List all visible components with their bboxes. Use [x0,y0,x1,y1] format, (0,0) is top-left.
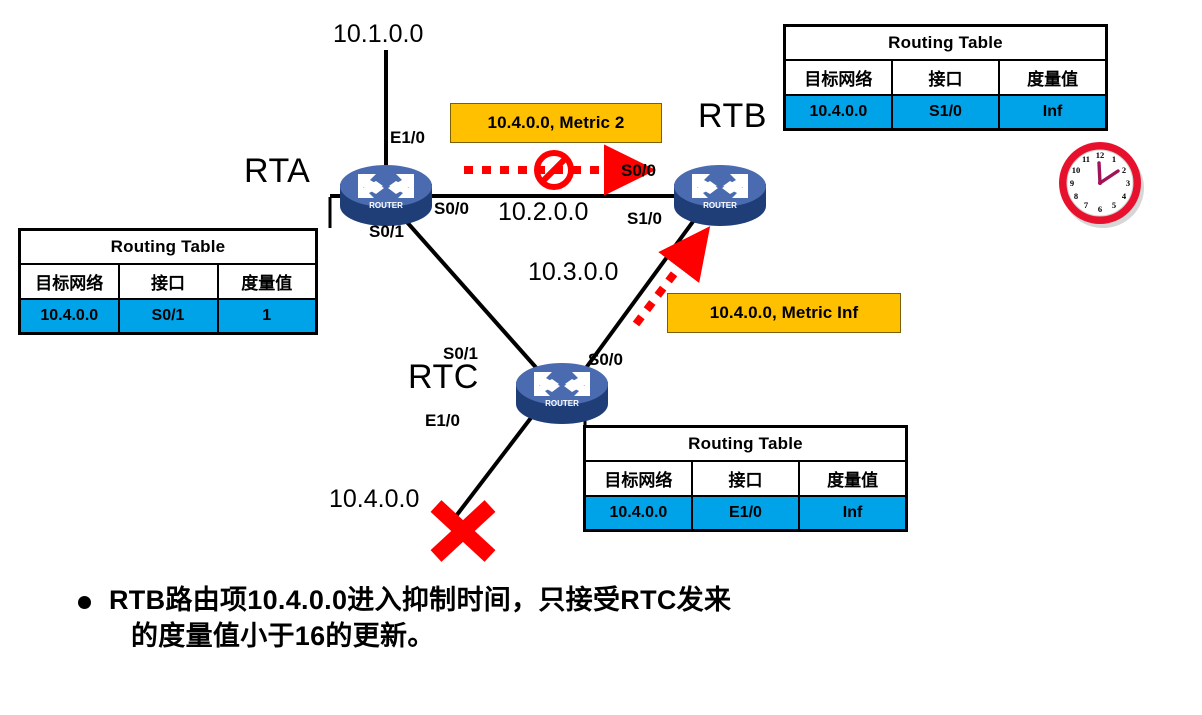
slide-canvas: ROUTER ROUTER ROUTER RTA RTB RTC E1/0 S0… [0,0,1202,715]
routing-table-rtb: Routing Table 目标网络 接口 度量值 10.4.0.0 S1/0 … [783,24,1108,131]
routing-table-rta: Routing Table 目标网络 接口 度量值 10.4.0.0 S0/1 … [18,228,318,335]
interface-label-rtb-s0-0: S0/0 [621,161,656,180]
svg-text:ROUTER: ROUTER [703,201,737,210]
cell-metric: 1 [216,298,318,335]
interface-label-rtb-s1-0: S1/0 [627,209,662,228]
column-header-interface: 接口 [690,460,801,497]
svg-text:1: 1 [1112,154,1116,164]
table-title-row: Routing Table [18,228,318,265]
svg-text:5: 5 [1112,200,1116,210]
column-header-metric: 度量值 [998,59,1108,96]
svg-text:6: 6 [1098,204,1102,214]
cell-interface: S1/0 [890,94,1001,131]
interface-label-rtc-s0-1: S0/1 [443,344,478,363]
column-header-metric: 度量值 [798,460,908,497]
update-box-blocked: 10.4.0.0, Metric 2 [450,103,662,143]
svg-text:11: 11 [1082,154,1090,164]
column-header-destination: 目标网络 [583,460,693,497]
interface-label-rtc-e1-0: E1/0 [425,411,460,430]
bullet-marker-icon [78,596,91,609]
cell-interface: E1/0 [690,495,801,532]
cell-interface: S0/1 [117,298,219,335]
table-row: 10.4.0.0 S1/0 Inf [783,94,1108,131]
cell-destination: 10.4.0.0 [583,495,693,532]
cell-metric: Inf [798,495,908,532]
svg-text:ROUTER: ROUTER [369,201,403,210]
table-header-row: 目标网络 接口 度量值 [783,59,1108,96]
column-header-destination: 目标网络 [783,59,893,96]
table-header-row: 目标网络 接口 度量值 [18,263,318,300]
interface-label-rta-s0-1: S0/1 [369,222,404,241]
network-label-10-1-0-0: 10.1.0.0 [333,20,424,48]
column-header-metric: 度量值 [216,263,318,300]
network-label-10-2-0-0: 10.2.0.0 [498,198,589,226]
column-header-destination: 目标网络 [18,263,120,300]
cell-metric: Inf [998,94,1108,131]
holddown-timer-clock-icon: 12 1 2 3 4 5 6 7 8 9 10 11 [1059,142,1144,228]
bullet-line-2: 的度量值小于16的更新。 [131,620,435,651]
routing-table-title: Routing Table [18,228,318,265]
router-icon-rtb[interactable]: ROUTER [670,160,770,230]
bullet-line-1: RTB路由项10.4.0.0进入抑制时间，只接受RTC发来 [109,585,732,615]
bullet-paragraph: RTB路由项10.4.0.0进入抑制时间，只接受RTC发来 的度量值小于16的更… [78,583,1138,655]
device-label-rtb: RTB [698,97,767,135]
bullet-text-container: RTB路由项10.4.0.0进入抑制时间，只接受RTC发来 的度量值小于16的更… [109,583,731,655]
device-label-rta: RTA [244,152,311,190]
table-header-row: 目标网络 接口 度量值 [583,460,908,497]
routing-table-title: Routing Table [583,425,908,462]
table-title-row: Routing Table [783,24,1108,61]
svg-text:10: 10 [1072,165,1081,175]
interface-label-rta-s0-0: S0/0 [434,199,469,218]
column-header-interface: 接口 [890,59,1001,96]
svg-text:9: 9 [1070,178,1074,188]
interface-label-rta-e1-0: E1/0 [390,128,425,147]
network-label-10-3-0-0: 10.3.0.0 [528,258,619,286]
svg-text:ROUTER: ROUTER [545,399,579,408]
svg-text:3: 3 [1126,178,1130,188]
table-row: 10.4.0.0 E1/0 Inf [583,495,908,532]
column-header-interface: 接口 [117,263,219,300]
svg-text:12: 12 [1096,150,1105,160]
cell-destination: 10.4.0.0 [18,298,120,335]
routing-table-title: Routing Table [783,24,1108,61]
router-icon-rta[interactable]: ROUTER [336,160,436,230]
table-title-row: Routing Table [583,425,908,462]
svg-text:2: 2 [1122,165,1126,175]
update-box-poison: 10.4.0.0, Metric Inf [667,293,901,333]
svg-text:8: 8 [1074,191,1078,201]
routing-table-rtc: Routing Table 目标网络 接口 度量值 10.4.0.0 E1/0 … [583,425,908,532]
table-row: 10.4.0.0 S0/1 1 [18,298,318,335]
interface-label-rtc-s0-0: S0/0 [588,350,623,369]
cell-destination: 10.4.0.0 [783,94,893,131]
network-label-10-4-0-0: 10.4.0.0 [329,485,420,513]
